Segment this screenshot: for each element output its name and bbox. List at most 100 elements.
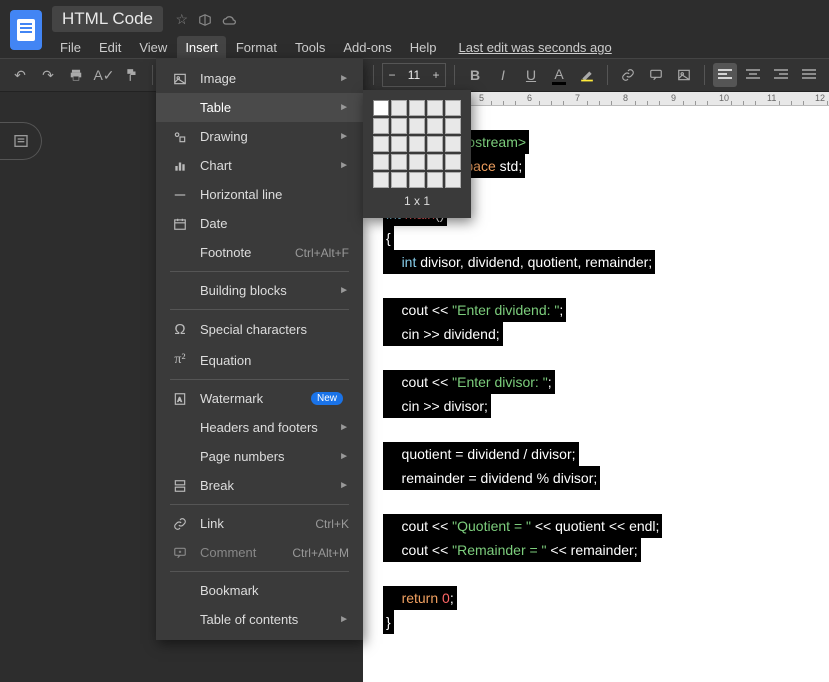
menu-tools[interactable]: Tools — [287, 36, 333, 59]
cloud-icon[interactable] — [222, 14, 238, 26]
add-comment-button[interactable] — [644, 63, 668, 87]
undo-button[interactable]: ↶ — [8, 63, 32, 87]
chevron-right-icon: ► — [339, 480, 349, 491]
chevron-right-icon: ► — [339, 422, 349, 433]
insert-watermark[interactable]: AWatermarkNew — [156, 384, 363, 413]
redo-button[interactable]: ↷ — [36, 63, 60, 87]
table-cell[interactable] — [445, 100, 461, 116]
hr-icon — [170, 188, 190, 202]
watermark-icon: A — [170, 392, 190, 406]
table-cell[interactable] — [391, 172, 407, 188]
table-cell[interactable] — [373, 100, 389, 116]
table-cell[interactable] — [427, 154, 443, 170]
pi-icon: π² — [170, 352, 190, 368]
table-cell[interactable] — [427, 136, 443, 152]
font-size-increase[interactable]: + — [427, 64, 445, 86]
move-icon[interactable] — [198, 13, 212, 27]
align-left-button[interactable] — [713, 63, 737, 87]
insert-table[interactable]: Table► — [156, 93, 363, 122]
chevron-right-icon: ► — [339, 614, 349, 625]
table-cell[interactable] — [373, 118, 389, 134]
bold-button[interactable]: B — [463, 63, 487, 87]
insert-link[interactable]: LinkCtrl+K — [156, 509, 363, 538]
chevron-right-icon: ► — [339, 73, 349, 84]
table-cell[interactable] — [445, 136, 461, 152]
align-justify-button[interactable] — [797, 63, 821, 87]
table-cell[interactable] — [445, 172, 461, 188]
insert-drawing[interactable]: Drawing► — [156, 122, 363, 151]
insert-special-characters[interactable]: ΩSpecial characters — [156, 314, 363, 345]
insert-image[interactable]: Image► — [156, 64, 363, 93]
insert-link-button[interactable] — [616, 63, 640, 87]
table-size-picker: 1 x 1 — [363, 90, 471, 218]
menubar: FileEditViewInsertFormatToolsAdd-onsHelp… — [52, 36, 819, 59]
insert-image-button[interactable] — [672, 63, 696, 87]
menu-format[interactable]: Format — [228, 36, 285, 59]
paint-format-button[interactable] — [120, 63, 144, 87]
table-cell[interactable] — [391, 136, 407, 152]
font-size-control: − 11 + — [382, 63, 446, 87]
docs-logo[interactable] — [10, 10, 42, 50]
last-edit-link[interactable]: Last edit was seconds ago — [459, 40, 612, 55]
insert-headers-and-footers[interactable]: Headers and footers► — [156, 413, 363, 442]
insert-chart[interactable]: Chart► — [156, 151, 363, 180]
chevron-right-icon: ► — [339, 131, 349, 142]
table-cell[interactable] — [445, 118, 461, 134]
table-cell[interactable] — [409, 172, 425, 188]
document-title[interactable]: HTML Code — [52, 6, 163, 32]
spellcheck-button[interactable]: A✓ — [92, 63, 116, 87]
table-cell[interactable] — [409, 154, 425, 170]
table-cell[interactable] — [427, 118, 443, 134]
menu-insert[interactable]: Insert — [177, 36, 226, 59]
toolbar: ↶ ↷ A✓ er ▾ − 11 + B I U A — [0, 58, 829, 92]
app-header: HTML Code ☆ FileEditViewInsertFormatTool… — [0, 0, 829, 58]
insert-horizontal-line[interactable]: Horizontal line — [156, 180, 363, 209]
menu-help[interactable]: Help — [402, 36, 445, 59]
insert-bookmark[interactable]: Bookmark — [156, 576, 363, 605]
font-size-value[interactable]: 11 — [401, 68, 427, 82]
link-icon — [170, 517, 190, 531]
table-size-label: 1 x 1 — [373, 194, 461, 208]
insert-menu-dropdown: Image►Table►Drawing►Chart►Horizontal lin… — [156, 58, 363, 640]
table-cell[interactable] — [409, 136, 425, 152]
table-cell[interactable] — [445, 154, 461, 170]
image-icon — [170, 72, 190, 86]
table-cell[interactable] — [373, 154, 389, 170]
date-icon — [170, 217, 190, 231]
italic-button[interactable]: I — [491, 63, 515, 87]
print-button[interactable] — [64, 63, 88, 87]
table-cell[interactable] — [373, 136, 389, 152]
highlight-button[interactable] — [575, 63, 599, 87]
omega-icon: Ω — [170, 321, 190, 338]
text-color-button[interactable]: A — [547, 63, 571, 87]
table-cell[interactable] — [427, 172, 443, 188]
comment-icon — [170, 546, 190, 560]
insert-break[interactable]: Break► — [156, 471, 363, 500]
insert-building-blocks[interactable]: Building blocks► — [156, 276, 363, 305]
outline-toggle[interactable] — [0, 122, 42, 160]
table-cell[interactable] — [391, 118, 407, 134]
insert-comment[interactable]: CommentCtrl+Alt+M — [156, 538, 363, 567]
drawing-icon — [170, 130, 190, 144]
insert-page-numbers[interactable]: Page numbers► — [156, 442, 363, 471]
menu-view[interactable]: View — [131, 36, 175, 59]
insert-footnote[interactable]: FootnoteCtrl+Alt+F — [156, 238, 363, 267]
insert-date[interactable]: Date — [156, 209, 363, 238]
menu-add-ons[interactable]: Add-ons — [335, 36, 399, 59]
menu-edit[interactable]: Edit — [91, 36, 129, 59]
underline-button[interactable]: U — [519, 63, 543, 87]
table-cell[interactable] — [409, 118, 425, 134]
table-cell[interactable] — [373, 172, 389, 188]
chevron-right-icon: ► — [339, 285, 349, 296]
menu-file[interactable]: File — [52, 36, 89, 59]
table-cell[interactable] — [391, 100, 407, 116]
table-cell[interactable] — [391, 154, 407, 170]
align-right-button[interactable] — [769, 63, 793, 87]
table-cell[interactable] — [409, 100, 425, 116]
insert-equation[interactable]: π²Equation — [156, 345, 363, 375]
align-center-button[interactable] — [741, 63, 765, 87]
insert-table-of-contents[interactable]: Table of contents► — [156, 605, 363, 634]
font-size-decrease[interactable]: − — [383, 64, 401, 86]
table-cell[interactable] — [427, 100, 443, 116]
star-icon[interactable]: ☆ — [175, 11, 188, 28]
